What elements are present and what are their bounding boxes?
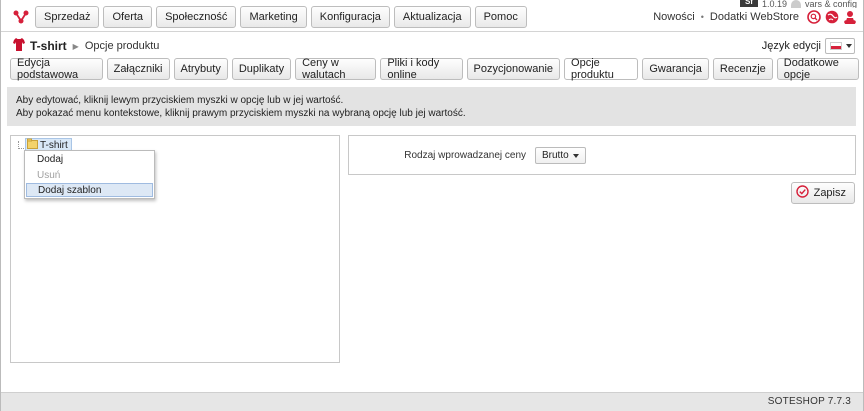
option-settings-panel: Rodzaj wprowadzanej ceny Brutto bbox=[348, 135, 856, 175]
nav-sprzedaz[interactable]: Sprzedaż bbox=[35, 6, 100, 28]
nav-marketing[interactable]: Marketing bbox=[240, 6, 307, 28]
chevron-down-icon bbox=[572, 153, 579, 158]
tab-dodatkowe-opcje[interactable]: Dodatkowe opcje bbox=[776, 57, 859, 81]
save-button[interactable]: Zapisz bbox=[790, 182, 855, 204]
price-type-select[interactable]: Brutto bbox=[535, 147, 586, 164]
price-type-value: Brutto bbox=[542, 150, 569, 161]
tab-pliki-i-kody[interactable]: Pliki i kody online bbox=[380, 57, 463, 81]
top-divider bbox=[1, 31, 863, 32]
product-tabs: Edycja podstawowa Załączniki Atrybuty Du… bbox=[10, 57, 863, 81]
tab-ceny-w-walutach[interactable]: Ceny w walutach bbox=[295, 57, 377, 81]
language-switcher: Język edycji bbox=[762, 37, 855, 55]
tab-recenzje[interactable]: Recenzje bbox=[712, 58, 773, 80]
page-title: T-shirt bbox=[30, 39, 67, 53]
nav-pomoc[interactable]: Pomoc bbox=[474, 6, 527, 28]
soteshop-logo-icon[interactable] bbox=[7, 6, 35, 28]
nav-konfiguracja[interactable]: Konfiguracja bbox=[310, 6, 390, 28]
user-icon[interactable] bbox=[843, 10, 857, 24]
tab-zalaczniki[interactable]: Załączniki bbox=[106, 58, 170, 80]
menu-item-usun: Usuń bbox=[37, 169, 61, 181]
symfony-icon[interactable]: Sf bbox=[739, 0, 758, 7]
tshirt-icon bbox=[13, 38, 25, 54]
footer-version: SOTESHOP 7.7.3 bbox=[767, 396, 851, 407]
tab-atrybuty[interactable]: Atrybuty bbox=[173, 58, 228, 80]
debug-config-link[interactable]: vars & config bbox=[805, 0, 857, 8]
debug-version: 1.0.19 bbox=[761, 0, 787, 8]
breadcrumb: T-shirt ▶ Opcje produktu bbox=[13, 38, 159, 54]
footer: SOTESHOP 7.7.3 bbox=[1, 392, 863, 411]
info-line-1: Aby edytować, kliknij lewym przyciskiem … bbox=[16, 95, 344, 106]
top-navigation: Sprzedaż Oferta Społeczność Marketing Ko… bbox=[1, 4, 863, 30]
menu-item-dodaj[interactable]: Dodaj bbox=[25, 151, 154, 167]
tab-duplikaty[interactable]: Duplikaty bbox=[231, 58, 292, 80]
tab-pozycjonowanie[interactable]: Pozycjonowanie bbox=[466, 58, 561, 80]
search-icon[interactable] bbox=[807, 10, 821, 24]
save-label: Zapisz bbox=[813, 187, 846, 199]
nowosci-link[interactable]: Nowości bbox=[653, 11, 695, 23]
poland-flag-icon bbox=[830, 42, 842, 50]
tree-node-label: T-shirt bbox=[40, 139, 68, 151]
chevron-down-icon bbox=[846, 44, 852, 48]
nav-separator: • bbox=[700, 12, 704, 22]
language-label: Język edycji bbox=[761, 40, 821, 52]
price-type-label: Rodzaj wprowadzanej ceny bbox=[404, 150, 526, 161]
nav-aktualizacja[interactable]: Aktualizacja bbox=[393, 6, 471, 28]
webstore-link[interactable]: Dodatki WebStore bbox=[710, 11, 799, 23]
debug-toolbar[interactable]: Sf 1.0.19 vars & config bbox=[739, 0, 863, 8]
globe-icon[interactable] bbox=[825, 10, 839, 24]
info-line-2: Aby pokazać menu kontekstowe, kliknij pr… bbox=[16, 108, 466, 119]
tab-edycja-podstawowa[interactable]: Edycja podstawowa bbox=[10, 57, 103, 81]
options-tree-panel: T-shirt Dodaj Usuń Dodaj szablon bbox=[10, 135, 340, 363]
save-icon bbox=[795, 185, 809, 201]
nav-spolecznosc[interactable]: Społeczność bbox=[156, 6, 237, 28]
context-menu: Dodaj Usuń Dodaj szablon bbox=[24, 150, 155, 199]
breadcrumb-current: Opcje produktu bbox=[84, 40, 160, 52]
tab-gwarancja[interactable]: Gwarancja bbox=[642, 58, 709, 80]
breadcrumb-arrow-icon: ▶ bbox=[72, 41, 79, 51]
config-icon[interactable] bbox=[790, 0, 801, 8]
menu-item-dodaj-szablon[interactable]: Dodaj szablon bbox=[26, 183, 153, 197]
nav-oferta[interactable]: Oferta bbox=[103, 6, 153, 28]
app-frame: Sf 1.0.19 vars & config Sprzedaż Oferta … bbox=[0, 0, 864, 411]
tab-opcje-produktu[interactable]: Opcje produktu bbox=[564, 57, 639, 81]
language-select[interactable] bbox=[825, 38, 855, 54]
info-box: Aby edytować, kliknij lewym przyciskiem … bbox=[7, 87, 856, 126]
